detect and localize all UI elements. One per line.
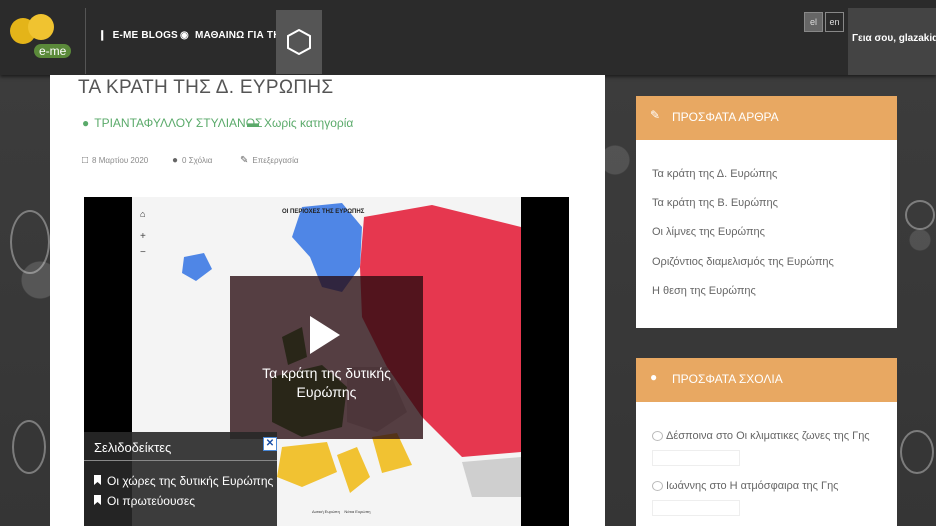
comments-icon: ● — [650, 370, 658, 384]
nav-divider — [85, 8, 86, 74]
article-edit-link[interactable]: ✎ Επεξεργασία — [240, 155, 298, 166]
bookmark-icon — [94, 495, 101, 505]
video-caption-line1: Τα κράτη της δυτικής — [262, 365, 391, 381]
bookmarks-title: Σελιδοδείκτες — [94, 440, 172, 455]
article-comments-text: 0 Σχόλια — [182, 156, 213, 165]
language-en-button[interactable]: en — [825, 12, 844, 32]
recent-posts-title: ΠΡΟΣΦΑΤΑ ΑΡΘΡΑ — [672, 110, 779, 124]
recent-post-link[interactable]: Οριζόντιος διαμελισμός της Ευρώπης — [652, 256, 834, 268]
recent-post-link[interactable]: Τα κράτη της Δ. Ευρώπης — [652, 168, 777, 180]
play-overlay[interactable]: Τα κράτη της δυτικής Ευρώπης — [230, 276, 423, 439]
recent-comments-widget: ● ΠΡΟΣΦΑΤΑ ΣΧΟΛΙΑ Δέσποινα στο Οι κλιματ… — [636, 358, 897, 526]
recent-comments-title: ΠΡΟΣΦΑΤΑ ΣΧΟΛΙΑ — [672, 372, 783, 386]
hexagon-menu-button[interactable] — [276, 10, 322, 74]
info-icon: ❙ — [98, 30, 107, 41]
article-date-text: 8 Μαρτίου 2020 — [92, 156, 149, 165]
article-author-link[interactable]: ● ΤΡΙΑΝΤΑΦΥΛΛΟΥ ΣΤΥΛΙΑΝΟΣ — [82, 116, 262, 130]
article-date: □ 8 Μαρτίου 2020 — [82, 155, 148, 166]
play-icon[interactable] — [310, 316, 340, 354]
calendar-icon: □ — [82, 155, 89, 166]
logo-text: e-me — [34, 44, 72, 58]
recent-comment[interactable]: Ιωάννης στο Η ατμόσφαιρα της Γης — [652, 480, 839, 492]
comment-icon — [652, 481, 663, 492]
globe-icon: ◉ — [180, 30, 189, 41]
user-greeting: Γεια σου, glazakidou — [852, 33, 936, 44]
comment-icon — [652, 431, 663, 442]
comment-icon: ● — [172, 155, 179, 166]
bookmark-item[interactable]: Οι πρωτεύουσες — [94, 494, 195, 508]
bookmarks-divider — [84, 460, 277, 461]
recent-post-link[interactable]: Η θεση της Ευρώπης — [652, 285, 756, 297]
bookmark-label: Οι πρωτεύουσες — [107, 494, 196, 508]
recent-comment[interactable]: Δέσποινα στο Οι κλιματικες ζωνες της Γης — [652, 430, 870, 442]
e-me-logo[interactable]: e-me — [6, 14, 76, 64]
comment-blank — [652, 450, 740, 466]
recent-comment-text: Δέσποινα στο Οι κλιματικες ζωνες της Γης — [666, 430, 870, 442]
comment-blank — [652, 500, 740, 516]
nav-e-me-blogs-label: E-ME BLOGS — [112, 30, 178, 41]
map-title: ΟΙ ΠΕΡΙΟΧΕΣ ΤΗΣ ΕΥΡΩΠΗΣ — [282, 209, 365, 215]
recent-post-link[interactable]: Οι λίμνες της Ευρώπης — [652, 226, 765, 238]
map-legend: Δυτική Ευρώπη Νότια Ευρώπη — [312, 509, 370, 514]
recent-post-link[interactable]: Τα κράτη της Β. Ευρώπης — [652, 197, 778, 209]
close-icon[interactable]: ✕ — [263, 437, 277, 451]
legend-south: Νότια Ευρώπη — [344, 509, 371, 514]
article-title[interactable]: ΤΑ ΚΡΑΤΗ ΤΗΣ Δ. ΕΥΡΩΠΗΣ — [78, 77, 333, 99]
pencil-icon: ✎ — [650, 108, 661, 122]
language-el-button[interactable]: el — [804, 12, 823, 32]
background-doodle — [900, 430, 934, 474]
article-author: ΤΡΙΑΝΤΑΦΥΛΛΟΥ ΣΤΥΛΙΑΝΟΣ — [94, 116, 263, 130]
recent-posts-header: ✎ ΠΡΟΣΦΑΤΑ ΑΡΘΡΑ — [636, 96, 897, 140]
article-category: Χωρίς κατηγορία — [264, 116, 354, 130]
nav-e-me-blogs[interactable]: ❙ E-ME BLOGS — [98, 30, 178, 41]
background-doodle — [905, 200, 935, 230]
background-doodle — [12, 420, 46, 474]
article-comments-link[interactable]: ● 0 Σχόλια — [172, 155, 212, 166]
bookmark-icon — [94, 475, 101, 485]
bookmark-item[interactable]: Οι χώρες της δυτικής Ευρώπης — [94, 474, 273, 488]
bookmark-label: Οι χώρες της δυτικής Ευρώπης — [107, 474, 274, 488]
background-doodle — [10, 210, 50, 274]
recent-posts-widget: ✎ ΠΡΟΣΦΑΤΑ ΑΡΘΡΑ Τα κράτη της Δ. Ευρώπης… — [636, 96, 897, 328]
hexagon-icon — [287, 29, 311, 55]
edit-icon: ✎ — [240, 155, 249, 166]
recent-comments-header: ● ΠΡΟΣΦΑΤΑ ΣΧΟΛΙΑ — [636, 358, 897, 402]
legend-west: Δυτική Ευρώπη — [312, 509, 340, 514]
article-edit-text: Επεξεργασία — [252, 156, 299, 165]
user-menu[interactable]: Γεια σου, glazakidou — [848, 8, 936, 75]
folder-icon: ▬ — [247, 116, 259, 130]
article-category-link[interactable]: ▬ Χωρίς κατηγορία — [247, 116, 353, 130]
bookmarks-panel: Σελιδοδείκτες Οι χώρες της δυτικής Ευρώπ… — [84, 432, 277, 526]
video-caption-line2: Ευρώπης — [296, 384, 357, 400]
recent-comment-text: Ιωάννης στο Η ατμόσφαιρα της Γης — [666, 480, 839, 492]
bee-logo-icon — [28, 14, 54, 40]
map-zoom-controls[interactable]: + − — [140, 229, 146, 261]
home-icon[interactable]: ⌂ — [140, 209, 145, 219]
video-caption: Τα κράτη της δυτικής Ευρώπης — [230, 364, 423, 402]
top-navigation-bar: e-me ❙ E-ME BLOGS ◉ ΜΑΘΑΙΝΩ ΓΙΑ ΤΗ ΓΗ el e… — [0, 0, 936, 75]
user-icon: ● — [82, 116, 90, 130]
